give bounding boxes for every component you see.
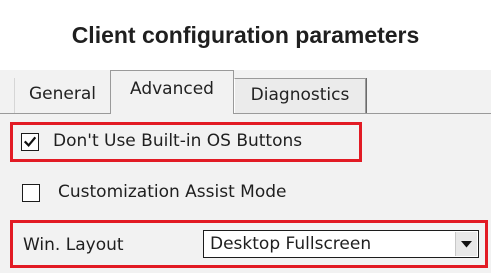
tab-divider [0,113,491,114]
builtin-buttons-checkbox[interactable] [21,133,39,151]
win-layout-selected-value: Desktop Fullscreen [210,234,372,254]
tab-general[interactable]: General [14,78,110,113]
customization-assist-label: Customization Assist Mode [58,182,287,202]
tab-strip: General Advanced Diagnostics [0,70,491,114]
configuration-panel: Client configuration parameters General … [0,0,491,273]
builtin-buttons-label: Don't Use Built-in OS Buttons [53,131,303,151]
customization-assist-checkbox[interactable] [22,184,40,202]
tab-diagnostics[interactable]: Diagnostics [234,78,366,113]
check-icon [24,136,36,148]
win-layout-label: Win. Layout [23,235,124,255]
win-layout-row: Win. Layout Desktop Fullscreen [10,220,488,268]
builtin-buttons-option: Don't Use Built-in OS Buttons [10,122,362,162]
win-layout-select[interactable]: Desktop Fullscreen [203,230,479,258]
chevron-down-icon [461,241,472,248]
tab-advanced[interactable]: Advanced [110,70,234,114]
win-layout-dropdown-button[interactable] [455,232,477,256]
customization-assist-option: Customization Assist Mode [14,176,374,210]
panel-title: Client configuration parameters [0,0,491,70]
